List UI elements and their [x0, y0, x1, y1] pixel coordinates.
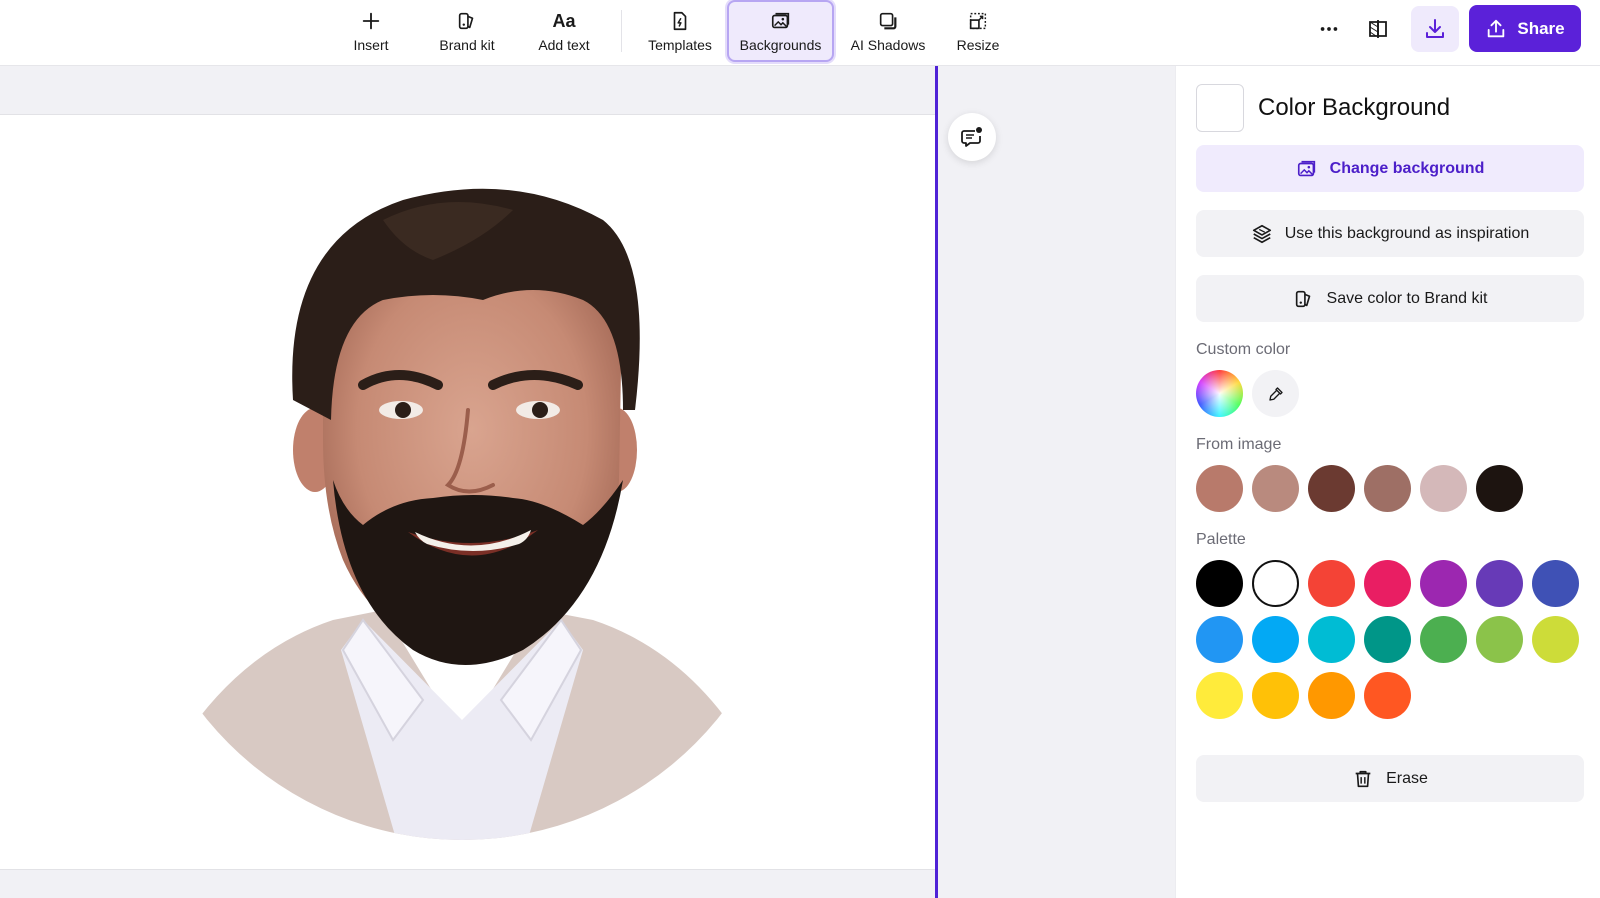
share-button[interactable]: Share: [1469, 5, 1581, 52]
shadows-icon: [879, 12, 897, 29]
compare-button[interactable]: [1354, 6, 1402, 52]
change-background-label: Change background: [1329, 159, 1485, 177]
palette-swatch[interactable]: [1196, 616, 1243, 663]
save-color-label: Save color to Brand kit: [1326, 289, 1488, 307]
from-image-swatch[interactable]: [1196, 465, 1243, 512]
background-panel: Color Background Change background Use t…: [1175, 66, 1600, 898]
feedback-icon: [961, 127, 982, 147]
insert-tool[interactable]: Insert: [334, 0, 408, 62]
palette-swatch[interactable]: [1532, 560, 1579, 607]
palette-swatch[interactable]: [1420, 616, 1467, 663]
current-background-swatch[interactable]: [1196, 84, 1244, 132]
more-horizontal-icon: [1320, 27, 1338, 31]
from-image-label: From image: [1196, 436, 1282, 453]
palette-swatch[interactable]: [1252, 560, 1299, 607]
text-icon: Aa: [552, 10, 576, 31]
palette-swatch[interactable]: [1252, 616, 1299, 663]
palette-swatch[interactable]: [1308, 560, 1355, 607]
palette-swatch[interactable]: [1476, 560, 1523, 607]
resize-tool-label: Resize: [956, 36, 1000, 53]
brand-kit-icon: [1295, 290, 1310, 307]
palette-swatch[interactable]: [1476, 616, 1523, 663]
palette-label: Palette: [1196, 531, 1246, 548]
from-image-swatch[interactable]: [1252, 465, 1299, 512]
brand-kit-tool[interactable]: Brand kit: [428, 0, 506, 62]
color-wheel-button[interactable]: [1196, 370, 1243, 417]
palette-swatch[interactable]: [1308, 616, 1355, 663]
more-options-button[interactable]: [1305, 6, 1353, 52]
plus-icon: [362, 12, 380, 29]
custom-color-label: Custom color: [1196, 341, 1291, 358]
palette-swatch[interactable]: [1196, 560, 1243, 607]
share-label: Share: [1517, 18, 1565, 38]
backgrounds-icon: [771, 12, 789, 28]
backgrounds-tool-label: Backgrounds: [739, 36, 822, 53]
from-image-swatch[interactable]: [1420, 465, 1467, 512]
palette-swatch[interactable]: [1364, 672, 1411, 719]
ai-shadows-tool[interactable]: AI Shadows: [840, 0, 936, 62]
toolbar-divider: [621, 10, 622, 52]
portrait-image[interactable]: [183, 180, 741, 856]
erase-label: Erase: [1386, 769, 1428, 787]
palette-swatch[interactable]: [1364, 560, 1411, 607]
eyedropper-button[interactable]: [1252, 370, 1299, 417]
top-toolbar: Insert Brand kit Aa Add text Templates B…: [0, 0, 1600, 66]
download-icon: [1426, 19, 1444, 38]
ai-shadows-tool-label: AI Shadows: [850, 36, 926, 53]
use-as-inspiration-button[interactable]: Use this background as inspiration: [1196, 210, 1584, 257]
templates-tool-label: Templates: [648, 36, 712, 53]
from-image-swatch[interactable]: [1476, 465, 1523, 512]
erase-button[interactable]: Erase: [1196, 755, 1584, 802]
palette-swatch[interactable]: [1252, 672, 1299, 719]
backgrounds-icon: [1297, 160, 1315, 176]
palette-swatch[interactable]: [1308, 672, 1355, 719]
palette-swatch[interactable]: [1196, 672, 1243, 719]
panel-title: Color Background: [1258, 94, 1451, 121]
add-text-tool-label: Add text: [538, 36, 590, 53]
insert-tool-label: Insert: [353, 36, 389, 53]
brand-kit-tool-label: Brand kit: [439, 36, 495, 53]
save-color-to-brand-kit-button[interactable]: Save color to Brand kit: [1196, 275, 1584, 322]
backgrounds-tool[interactable]: Backgrounds: [727, 0, 834, 62]
from-image-swatch[interactable]: [1364, 465, 1411, 512]
palette-swatch[interactable]: [1420, 560, 1467, 607]
layers-icon: [1252, 224, 1271, 243]
share-icon: [1488, 19, 1505, 37]
resize-icon: [969, 12, 987, 29]
from-image-swatch[interactable]: [1308, 465, 1355, 512]
change-background-button[interactable]: Change background: [1196, 145, 1584, 192]
download-button[interactable]: [1411, 6, 1459, 52]
palette-swatch[interactable]: [1532, 616, 1579, 663]
templates-icon: [673, 11, 687, 30]
eyedropper-icon: [1268, 386, 1283, 401]
palette-swatch[interactable]: [1364, 616, 1411, 663]
feedback-button[interactable]: [948, 113, 996, 161]
use-as-inspiration-label: Use this background as inspiration: [1284, 224, 1530, 242]
resize-tool[interactable]: Resize: [948, 0, 1008, 62]
templates-tool[interactable]: Templates: [638, 0, 722, 62]
brand-kit-icon: [458, 12, 474, 29]
canvas-boundary-line: [935, 66, 938, 898]
compare-icon: [1369, 20, 1387, 38]
trash-icon: [1355, 770, 1371, 787]
add-text-tool[interactable]: Aa Add text: [527, 0, 601, 62]
